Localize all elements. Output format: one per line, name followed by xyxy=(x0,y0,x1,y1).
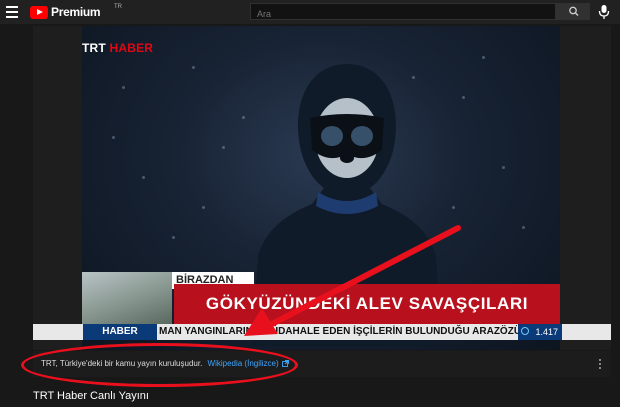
channel-logo-part2: HABER xyxy=(109,41,154,55)
ticker-label: HABER xyxy=(83,324,157,340)
search-button[interactable] xyxy=(556,3,590,20)
top-bar: Premium TR xyxy=(0,0,620,24)
viewer-count: 1.417 xyxy=(518,324,562,340)
hamburger-menu-icon[interactable] xyxy=(6,6,18,18)
logo-text: Premium xyxy=(51,5,101,19)
logo-region: TR xyxy=(114,4,122,10)
search-icon xyxy=(569,6,579,16)
youtube-premium-logo[interactable]: Premium TR xyxy=(30,4,122,19)
page-title: TRT Haber Canlı Yayını xyxy=(33,390,149,402)
channel-logo: TRT HABER xyxy=(82,41,153,55)
search-input[interactable] xyxy=(251,6,553,22)
search-box[interactable] xyxy=(250,3,556,22)
more-options-icon[interactable] xyxy=(599,359,602,370)
channel-logo-part1: TRT xyxy=(82,41,106,55)
annotation-ellipse xyxy=(21,343,298,387)
lower-third-title: GÖKYÜZÜNDEKİ ALEV SAVAŞÇILARI xyxy=(174,284,560,324)
lower-third-thumbnail xyxy=(82,272,172,324)
microphone-icon[interactable] xyxy=(598,4,610,20)
ticker-text: MAN YANGINLARINA MÜDAHALE EDEN İŞÇİLERİN… xyxy=(159,326,539,337)
youtube-play-icon xyxy=(30,5,48,19)
